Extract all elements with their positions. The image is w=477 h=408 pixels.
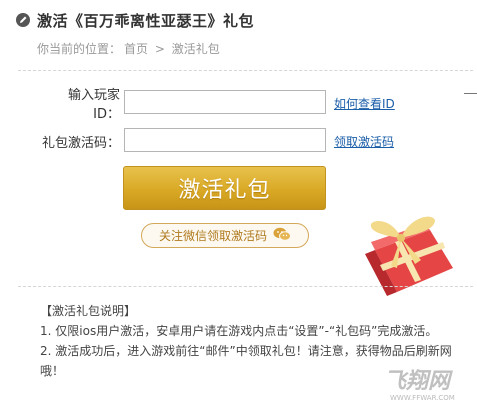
page-title: 激活《百万乖离性亚瑟王》礼包 — [37, 11, 255, 30]
svg-text:飞翔网: 飞翔网 — [384, 369, 453, 394]
follow-wechat-button[interactable]: 关注微信领取激活码 — [141, 223, 309, 248]
instruction-item: 1. 仅限ios用户激活，安卓用户请在游戏内点击“设置”-“礼包码”完成激活。 — [40, 324, 438, 338]
breadcrumb-home-link[interactable]: 首页 — [124, 42, 148, 56]
get-code-link[interactable]: 领取激活码 — [334, 133, 394, 150]
site-watermark: 飞翔网 WWW.FFWAR.COM — [380, 362, 476, 408]
breadcrumb-separator: > — [154, 42, 165, 56]
svg-text:WWW.FFWAR.COM: WWW.FFWAR.COM — [390, 394, 455, 402]
wechat-icon — [273, 227, 291, 244]
breadcrumb-current: 激活礼包 — [171, 42, 220, 56]
player-id-input[interactable] — [124, 90, 326, 114]
breadcrumb-prefix: 你当前的位置： — [37, 42, 122, 56]
how-to-find-id-link[interactable]: 如何查看ID — [334, 95, 395, 112]
instructions-heading: 【激活礼包说明】 — [40, 304, 137, 318]
bottom-divider — [18, 286, 473, 287]
breadcrumb: 你当前的位置： 首页 > 激活礼包 — [37, 40, 223, 57]
player-id-label: 输入玩家ID： — [67, 88, 120, 122]
top-divider — [18, 70, 473, 71]
pencil-circle-icon — [16, 13, 30, 27]
collapse-dash[interactable] — [464, 93, 477, 94]
follow-wechat-label: 关注微信领取激活码 — [158, 229, 267, 243]
activate-gift-button[interactable]: 激活礼包 — [123, 166, 326, 210]
code-label: 礼包激活码： — [42, 135, 121, 151]
gift-code-input[interactable] — [124, 128, 326, 152]
page-header: 激活《百万乖离性亚瑟王》礼包 — [16, 10, 254, 30]
